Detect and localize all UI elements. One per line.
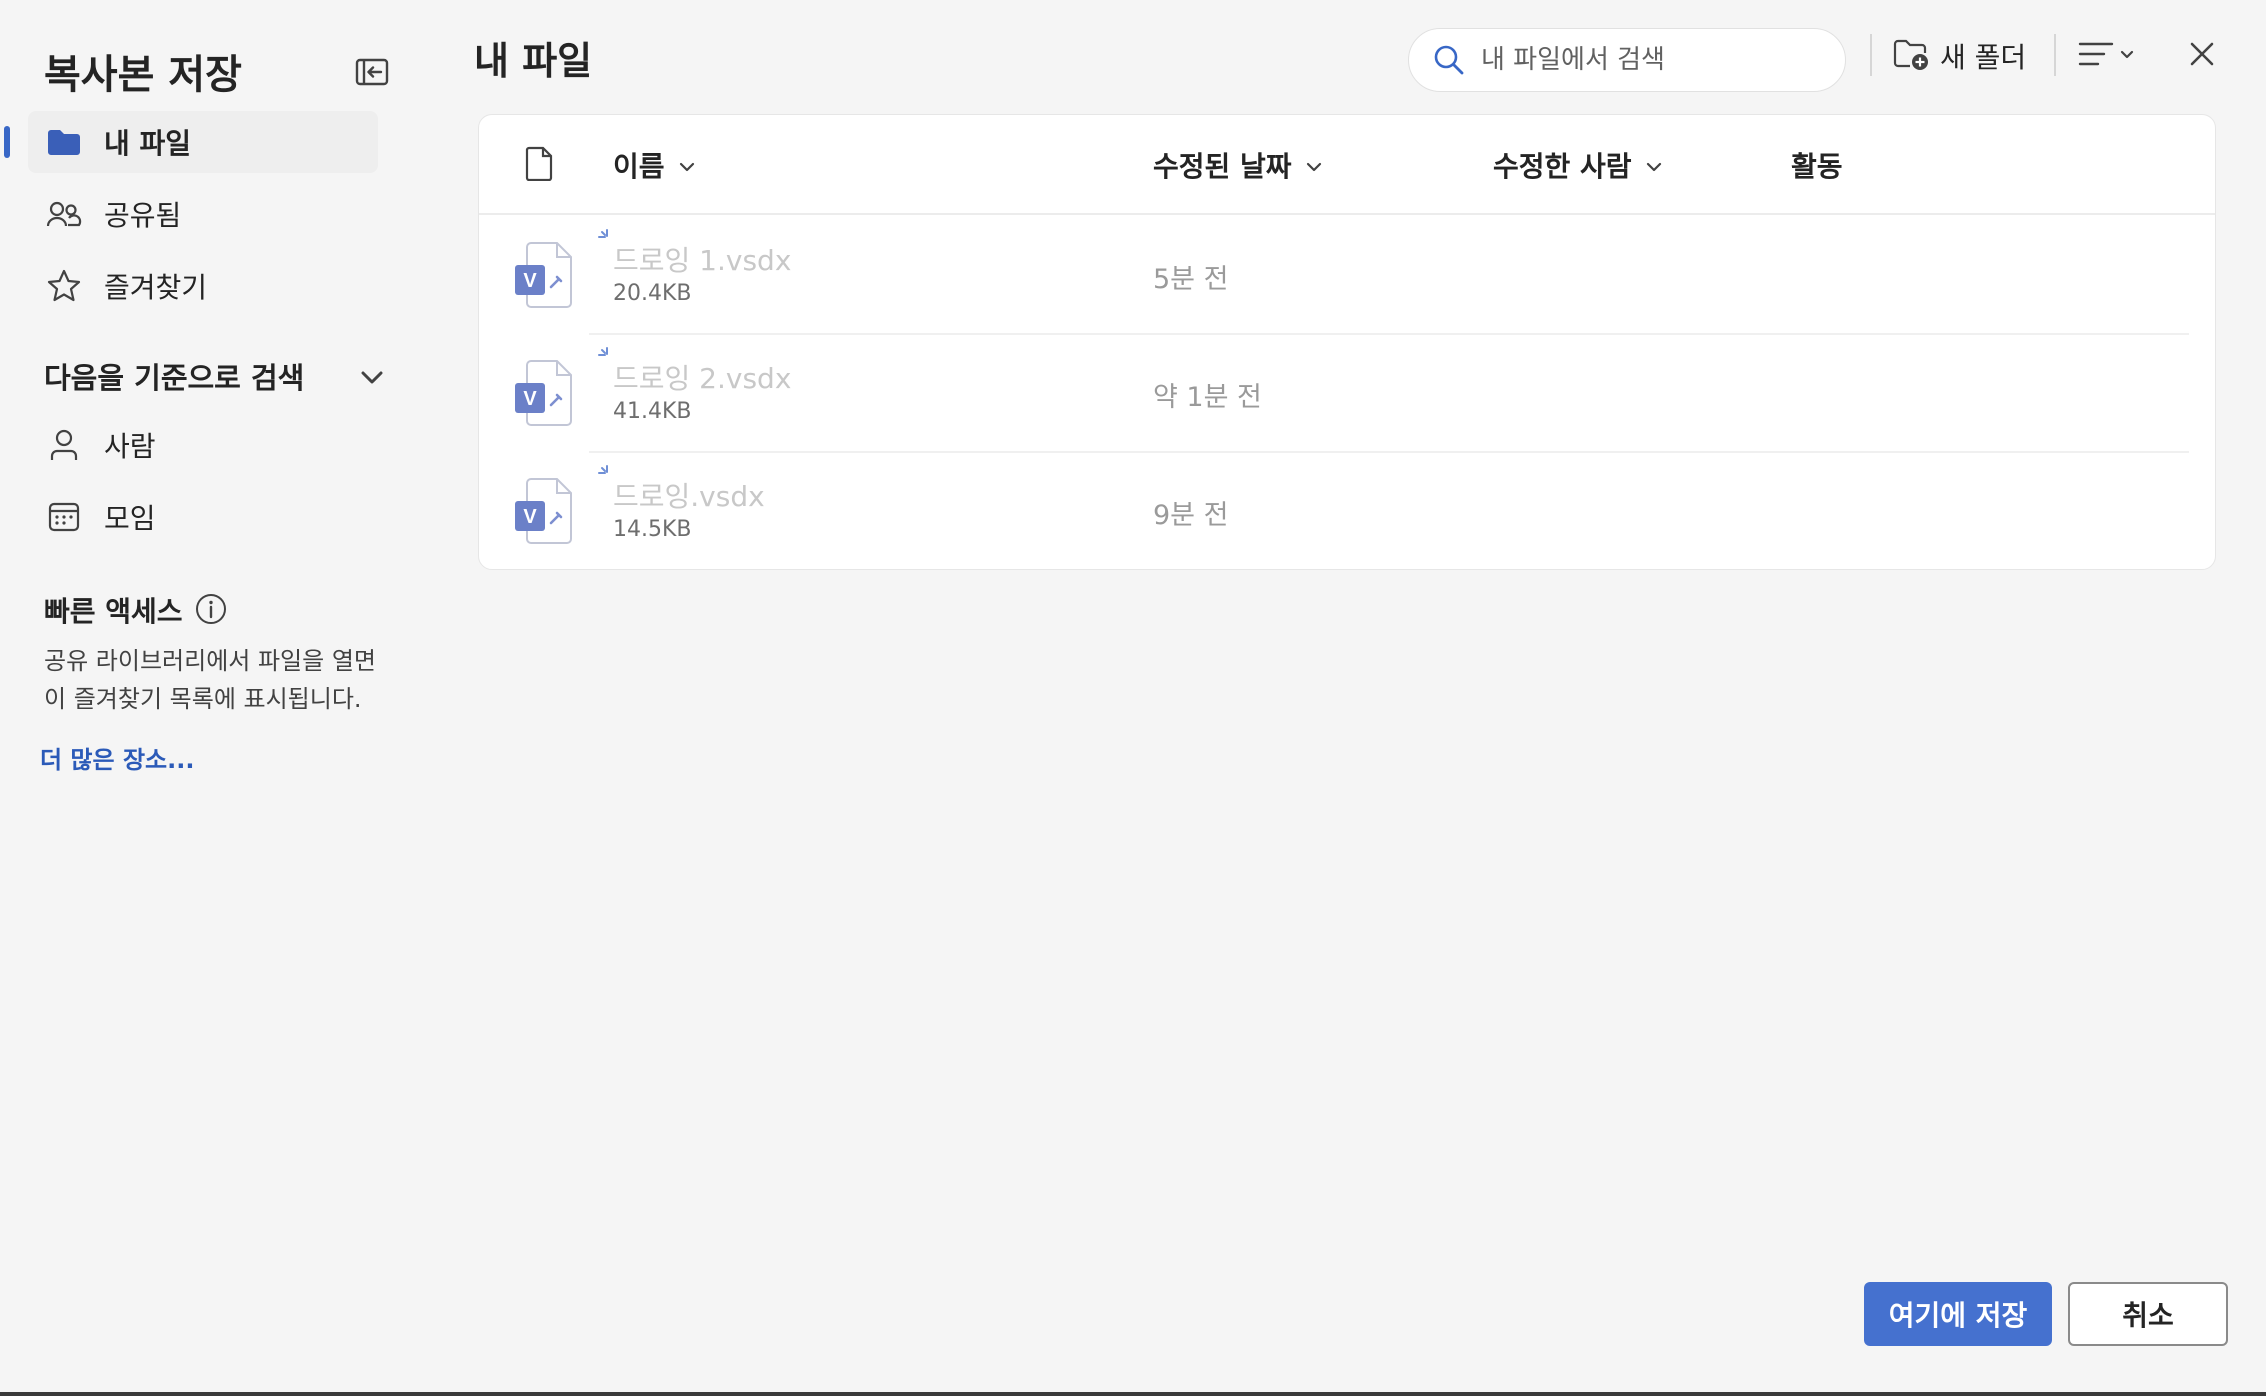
file-name: 드로잉 1.vsdx [613,244,792,277]
window-bottom-edge [0,1392,2266,1396]
active-indicator [4,126,10,158]
column-label: 수정한 사람 [1493,150,1632,183]
close-icon [2182,42,2222,78]
table-header: 이름 수정된 날짜 수정한 사람 활동 [479,115,2215,215]
sidebar-item-label: 즐겨찾기 [104,271,208,304]
visio-file-icon: V [513,475,577,547]
calendar-icon [44,497,84,537]
file-name: 드로잉.vsdx [613,480,765,513]
sidebar-item-favorites[interactable]: 즐겨찾기 [28,255,378,317]
browse-by-heading: 다음을 기준으로 검색 [44,361,305,395]
new-folder-icon [1892,36,1930,76]
sidebar-item-my-files[interactable]: 내 파일 [28,111,378,173]
close-button[interactable] [2182,34,2222,74]
sidebar-item-meetings[interactable]: 모임 [28,486,378,548]
table-row[interactable] [589,333,2189,453]
file-name: 드로잉 2.vsdx [613,362,792,395]
file-size: 41.4KB [613,399,692,424]
file-type-icon [525,145,555,185]
folder-icon [44,122,84,162]
more-places-link[interactable]: 더 많은 장소... [40,740,194,775]
list-view-icon [2076,36,2116,76]
search-input[interactable] [1479,44,1823,76]
toolbar-divider [1870,34,1872,76]
table-row[interactable] [589,215,2189,335]
sidebar-item-label: 사람 [104,430,156,463]
table-row[interactable] [589,451,2189,569]
search-box[interactable] [1408,28,1846,92]
dialog-title: 복사본 저장 [44,52,242,98]
file-list: 이름 수정된 날짜 수정한 사람 활동 V 드로잉 1.vsdx 20.4KB … [478,114,2216,570]
chevron-down-icon [1642,153,1666,177]
quick-access-heading: 빠른 액세스 [44,595,183,628]
svg-text:V: V [523,388,537,410]
collapse-sidebar-icon[interactable] [352,52,392,92]
star-icon [44,266,84,306]
page-title: 내 파일 [474,39,593,83]
file-size: 14.5KB [613,517,692,542]
chevron-down-icon [1302,153,1326,177]
sidebar-item-label: 내 파일 [104,127,192,160]
column-label: 수정된 날짜 [1153,150,1292,183]
file-modified: 5분 전 [1153,264,1229,295]
quick-access-desc-line: 이 즐겨찾기 목록에 표시됩니다. [44,685,362,713]
person-icon [44,425,84,465]
info-icon[interactable] [194,592,228,626]
file-modified: 약 1분 전 [1153,382,1262,413]
column-label: 활동 [1791,150,1843,183]
toolbar-divider [2054,34,2056,76]
people-icon [44,194,84,234]
quick-access-desc-line: 공유 라이브러리에서 파일을 열면 [44,647,377,675]
sidebar-item-people[interactable]: 사람 [28,414,378,476]
cancel-button[interactable]: 취소 [2068,1282,2228,1346]
sidebar-item-shared[interactable]: 공유됨 [28,183,378,245]
file-size: 20.4KB [613,281,692,306]
new-folder-button[interactable]: 새 폴더 [1892,30,2026,82]
sidebar-item-label: 공유됨 [104,199,182,232]
sidebar: 복사본 저장 내 파일 공유됨 즐겨찾기 다음을 기준으로 검색 사람 모임 빠… [0,0,420,1396]
view-options-button[interactable] [2076,34,2144,78]
chevron-down-icon [675,153,699,177]
chevron-down-icon[interactable] [354,360,390,396]
file-modified: 9분 전 [1153,500,1229,531]
sidebar-item-label: 모임 [104,502,156,535]
column-header-activity[interactable]: 활동 [1791,145,1843,185]
new-folder-label: 새 폴더 [1940,41,2027,74]
search-icon [1431,42,1467,78]
visio-file-icon: V [513,357,577,429]
visio-file-icon: V [513,239,577,311]
save-here-button[interactable]: 여기에 저장 [1864,1282,2052,1346]
column-header-modified[interactable]: 수정된 날짜 [1153,145,1326,185]
column-header-name[interactable]: 이름 [613,145,699,185]
column-header-modified-by[interactable]: 수정한 사람 [1493,145,1666,185]
chevron-down-icon [2116,43,2138,69]
svg-text:V: V [523,506,537,528]
quick-access-description: 공유 라이브러리에서 파일을 열면 이 즐겨찾기 목록에 표시됩니다. [44,642,384,718]
column-label: 이름 [613,150,665,183]
svg-text:V: V [523,270,537,292]
